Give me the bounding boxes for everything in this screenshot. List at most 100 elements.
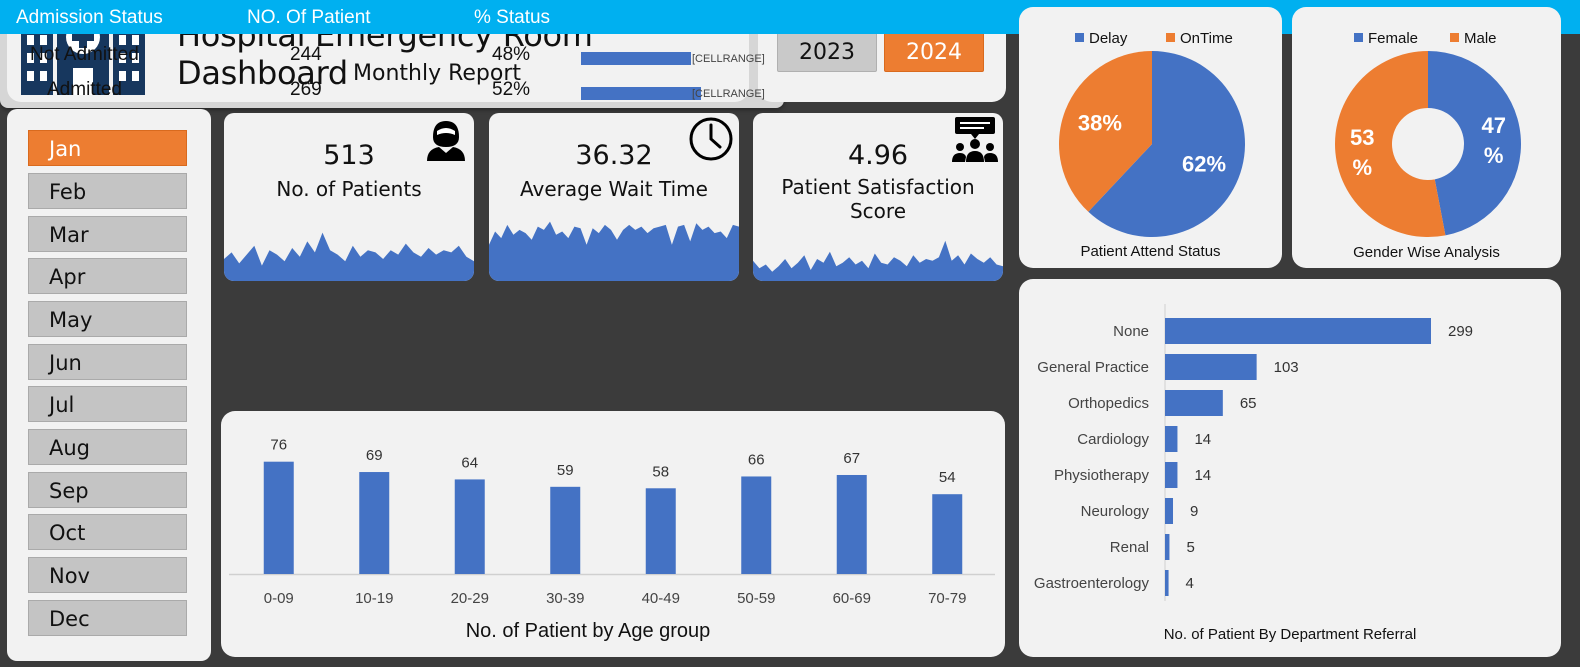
age-group-chart: 76 0-09 69 10-19 64 20-29 59 30-39 58 40-49 66 50-5… [229, 437, 995, 642]
row-pct-bar [581, 52, 691, 65]
kpi-satisfaction-card: 4.96 Patient Satisfaction Score [753, 113, 1003, 281]
age-tick-label: 60-69 [833, 590, 871, 607]
dept-data-label: 14 [1194, 431, 1211, 448]
month-feb-button[interactable]: Feb [28, 173, 187, 209]
month-oct-button[interactable]: Oct [28, 514, 187, 550]
row-count: 244 [290, 44, 322, 65]
header-admission-status: Admission Status [16, 7, 163, 28]
age-chart-title: No. of Patient by Age group [466, 620, 711, 642]
row-count: 269 [290, 79, 322, 100]
age-bar [263, 461, 294, 574]
month-apr-button[interactable]: Apr [28, 258, 187, 294]
month-nov-button[interactable]: Nov [28, 557, 187, 593]
age-bar [550, 486, 581, 574]
dept-data-label: 14 [1194, 467, 1211, 484]
kpi-wait-value: 36.32 [575, 140, 653, 171]
month-dec-button[interactable]: Dec [28, 600, 187, 636]
age-group-chart-panel: 76 0-09 69 10-19 64 20-29 59 30-39 58 40-49 66 50-5… [221, 411, 1005, 657]
dept-tick-label: Cardiology [1077, 431, 1149, 448]
department-chart-panel: 299 None 103 General Practice 65 Orthopedics 1… [1019, 279, 1561, 657]
month-jan-button[interactable]: Jan [28, 130, 187, 166]
dept-tick-label: Orthopedics [1068, 395, 1149, 412]
age-data-label: 66 [748, 451, 765, 468]
row-cellrange-label: [CELLRANGE] [692, 53, 765, 65]
patients-sparkline-area [224, 232, 474, 281]
satisfaction-sparkline [753, 240, 1003, 281]
pie-data-label-part: 53 [1350, 125, 1374, 150]
table-row: Admitted 269 52% [CELLRANGE] [0, 73, 1580, 107]
age-data-label: 64 [461, 454, 478, 471]
row-cellrange-label: [CELLRANGE] [692, 88, 765, 100]
header-no-of-patient: NO. Of Patient [247, 7, 371, 28]
dept-tick-label: None [1113, 323, 1149, 340]
row-status: Admitted [47, 79, 122, 100]
dept-bar [1165, 534, 1170, 560]
age-data-label: 58 [652, 463, 669, 480]
attend-status-pie: 62% 38% [1059, 51, 1245, 237]
pie-data-label-part: % [1484, 143, 1504, 168]
age-tick-label: 10-19 [355, 590, 393, 607]
age-tick-label: 70-79 [928, 590, 966, 607]
gender-donut: 47 % 53% [1335, 51, 1521, 238]
dept-tick-label: Neurology [1081, 503, 1150, 520]
month-aug-button[interactable]: Aug [28, 429, 187, 465]
month-may-button[interactable]: May [28, 301, 187, 337]
admission-status-table: Admission Status NO. Of Patient % Status… [0, 0, 1580, 108]
age-data-label: 69 [366, 447, 383, 464]
month-mar-button[interactable]: Mar [28, 216, 187, 252]
age-tick-label: 0-09 [264, 590, 294, 607]
dept-bar [1165, 318, 1431, 344]
age-tick-label: 20-29 [451, 590, 489, 607]
kpi-patients-value: 513 [323, 140, 375, 171]
dept-tick-label: Physiotherapy [1054, 467, 1150, 484]
kpi-wait-label: Average Wait Time [520, 177, 708, 201]
month-jul-button[interactable]: Jul [28, 386, 187, 422]
age-bar [454, 479, 485, 574]
kpi-patients-label: No. of Patients [276, 177, 422, 201]
dept-bar [1165, 570, 1169, 596]
dept-data-label: 9 [1190, 503, 1198, 520]
age-data-label: 54 [939, 469, 956, 486]
month-slicer: Jan Feb Mar Apr May Jun Jul Aug Sep Oct … [7, 109, 211, 661]
satisfaction-sparkline-area [753, 240, 1003, 281]
department-referral-chart: 299 None 103 General Practice 65 Orthopedics 1… [1034, 304, 1473, 643]
gender-title: Gender Wise Analysis [1353, 244, 1500, 261]
table-row: Not Admitted 244 48% [CELLRANGE] [0, 38, 1580, 72]
age-data-label: 67 [843, 450, 860, 467]
dept-chart-title: No. of Patient By Department Referral [1164, 626, 1417, 643]
dept-bar [1165, 390, 1223, 416]
age-data-label: 76 [270, 437, 287, 454]
dept-data-label: 299 [1448, 323, 1473, 340]
patients-sparkline [224, 232, 474, 281]
month-sep-button[interactable]: Sep [28, 472, 187, 508]
dept-data-label: 65 [1240, 395, 1257, 412]
kpi-wait-card: 36.32 Average Wait Time [489, 113, 739, 281]
dept-bar [1165, 462, 1178, 488]
dept-bar [1165, 426, 1178, 452]
age-bar [645, 488, 676, 574]
dept-tick-label: Gastroenterology [1034, 575, 1150, 592]
pie-data-label: 62% [1182, 152, 1226, 177]
pie-data-label-part: % [1353, 155, 1373, 180]
row-status: Not Admitted [30, 44, 139, 65]
dept-data-label: 4 [1186, 575, 1194, 592]
kpi-satisfaction-value: 4.96 [847, 140, 909, 171]
age-tick-label: 40-49 [642, 590, 680, 607]
age-bar [359, 472, 390, 574]
age-data-label: 59 [557, 462, 574, 479]
attend-status-title: Patient Attend Status [1080, 243, 1221, 260]
wait-sparkline-area [489, 221, 739, 281]
attend-status-chart-panel: Delay OnTime 62% 38% Patient Attend Statu… [1019, 7, 1282, 268]
dept-data-label: 5 [1186, 539, 1194, 556]
table-header: Admission Status NO. Of Patient % Status [0, 0, 1580, 34]
month-jun-button[interactable]: Jun [28, 344, 187, 380]
row-pct: 48% [492, 44, 531, 65]
age-bar [836, 474, 867, 574]
pie-slice-female [1428, 51, 1521, 236]
dept-data-label: 103 [1274, 359, 1299, 376]
dept-tick-label: Renal [1110, 539, 1149, 556]
age-tick-label: 50-59 [737, 590, 775, 607]
wait-sparkline [489, 221, 739, 281]
age-bar [932, 494, 963, 574]
dept-bar [1165, 498, 1174, 524]
